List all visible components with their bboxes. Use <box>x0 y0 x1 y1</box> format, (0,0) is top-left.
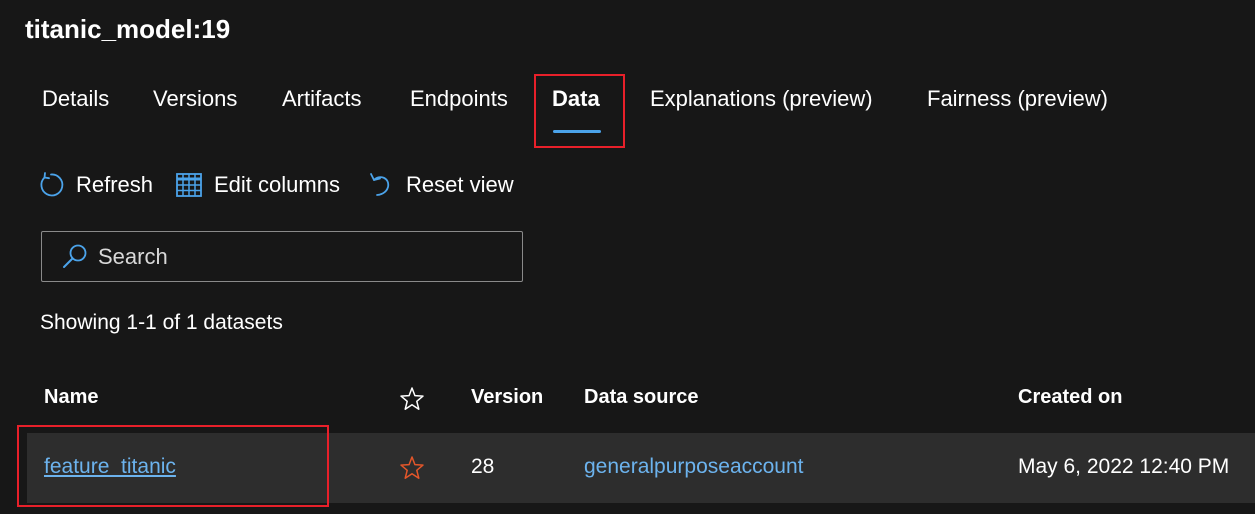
active-tab-indicator <box>553 130 601 133</box>
edit-columns-label: Edit columns <box>214 172 340 197</box>
dataset-data-source: generalpurposeaccount <box>584 455 804 478</box>
results-count-text: Showing 1-1 of 1 datasets <box>40 311 283 334</box>
search-input[interactable] <box>98 243 478 270</box>
favorite-star-icon[interactable] <box>399 455 425 481</box>
tab-data[interactable]: Data <box>552 86 600 112</box>
refresh-button[interactable]: Refresh <box>36 168 153 202</box>
star-outline-icon[interactable] <box>399 386 425 412</box>
refresh-label: Refresh <box>76 172 154 197</box>
reset-view-label: Reset view <box>406 172 514 197</box>
tab-explanations[interactable]: Explanations (preview) <box>650 86 873 112</box>
column-header-version[interactable]: Version <box>471 386 543 409</box>
tab-versions[interactable]: Versions <box>153 86 237 112</box>
search-icon <box>63 244 87 268</box>
column-header-created-on[interactable]: Created on <box>1018 386 1122 409</box>
edit-columns-button[interactable]: Edit columns <box>174 168 340 202</box>
refresh-icon <box>40 172 64 197</box>
column-header-name[interactable]: Name <box>44 386 98 409</box>
dataset-version: 28 <box>471 455 495 478</box>
tab-artifacts[interactable]: Artifacts <box>282 86 361 112</box>
dataset-name-link[interactable]: feature_titanic <box>44 455 176 479</box>
column-header-data-source[interactable]: Data source <box>584 386 699 409</box>
table-icon <box>176 173 202 197</box>
undo-icon <box>370 173 390 196</box>
dataset-created-on: May 6, 2022 12:40 PM <box>1018 455 1230 478</box>
tab-endpoints[interactable]: Endpoints <box>410 86 508 112</box>
search-box[interactable] <box>41 231 523 282</box>
page-title: titanic_model:19 <box>25 14 231 44</box>
reset-view-button[interactable]: Reset view <box>366 168 514 202</box>
tab-fairness[interactable]: Fairness (preview) <box>927 86 1108 112</box>
tab-details[interactable]: Details <box>42 86 109 112</box>
tab-bar: Details Versions Artifacts Endpoints Dat… <box>0 86 1255 116</box>
